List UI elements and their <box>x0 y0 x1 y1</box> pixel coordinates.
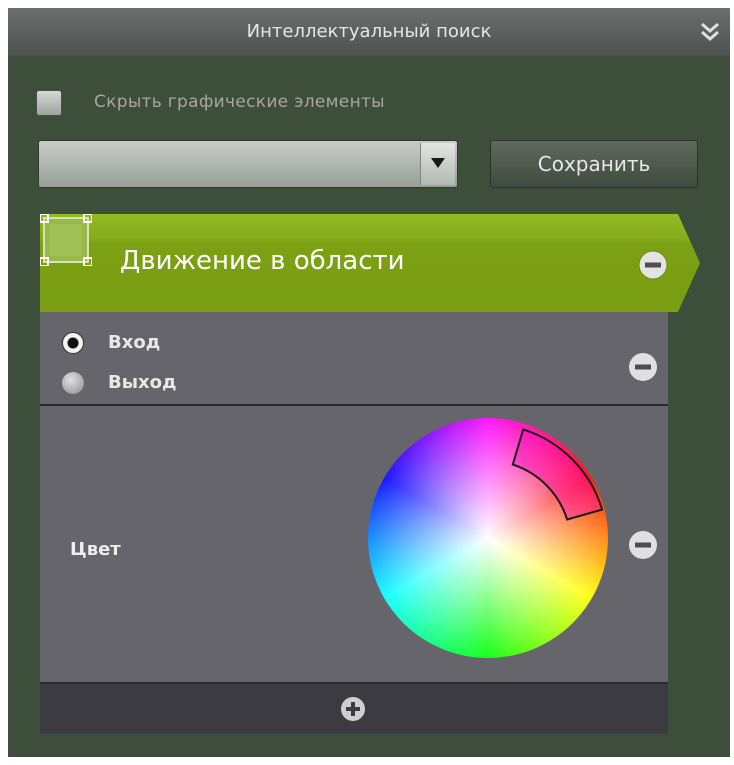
direction-section: Вход Выход <box>40 312 668 404</box>
dropdown-arrow-button[interactable] <box>420 143 455 185</box>
radio-exit[interactable] <box>62 372 84 394</box>
triangle-down-icon <box>431 158 445 168</box>
radio-entry-label: Вход <box>108 332 161 353</box>
preset-dropdown[interactable] <box>38 140 458 188</box>
area-selection-icon <box>40 214 92 266</box>
radio-exit-label: Выход <box>108 372 177 393</box>
radio-entry[interactable] <box>62 332 84 354</box>
color-wheel-selection <box>511 428 604 521</box>
double-chevron-down-icon[interactable] <box>698 20 722 44</box>
color-section: Цвет <box>40 406 668 682</box>
remove-filter-icon[interactable] <box>638 250 668 280</box>
hide-graphics-label: Скрыть графические элементы <box>94 92 385 112</box>
panel-title: Интеллектуальный поиск <box>246 21 492 42</box>
remove-color-icon[interactable] <box>628 530 658 560</box>
smart-search-panel: Интеллектуальный поиск Скрыть графически… <box>8 8 730 757</box>
save-button[interactable]: Сохранить <box>490 140 698 188</box>
remove-direction-icon[interactable] <box>628 352 658 382</box>
color-label: Цвет <box>70 539 121 560</box>
add-condition-bar[interactable] <box>40 684 668 734</box>
filter-title: Движение в области <box>120 246 405 276</box>
motion-in-area-filter-header[interactable]: Движение в области <box>40 214 700 312</box>
plus-circle-icon[interactable] <box>340 696 366 722</box>
hide-graphics-checkbox[interactable] <box>36 90 62 116</box>
panel-header: Интеллектуальный поиск <box>8 8 730 56</box>
